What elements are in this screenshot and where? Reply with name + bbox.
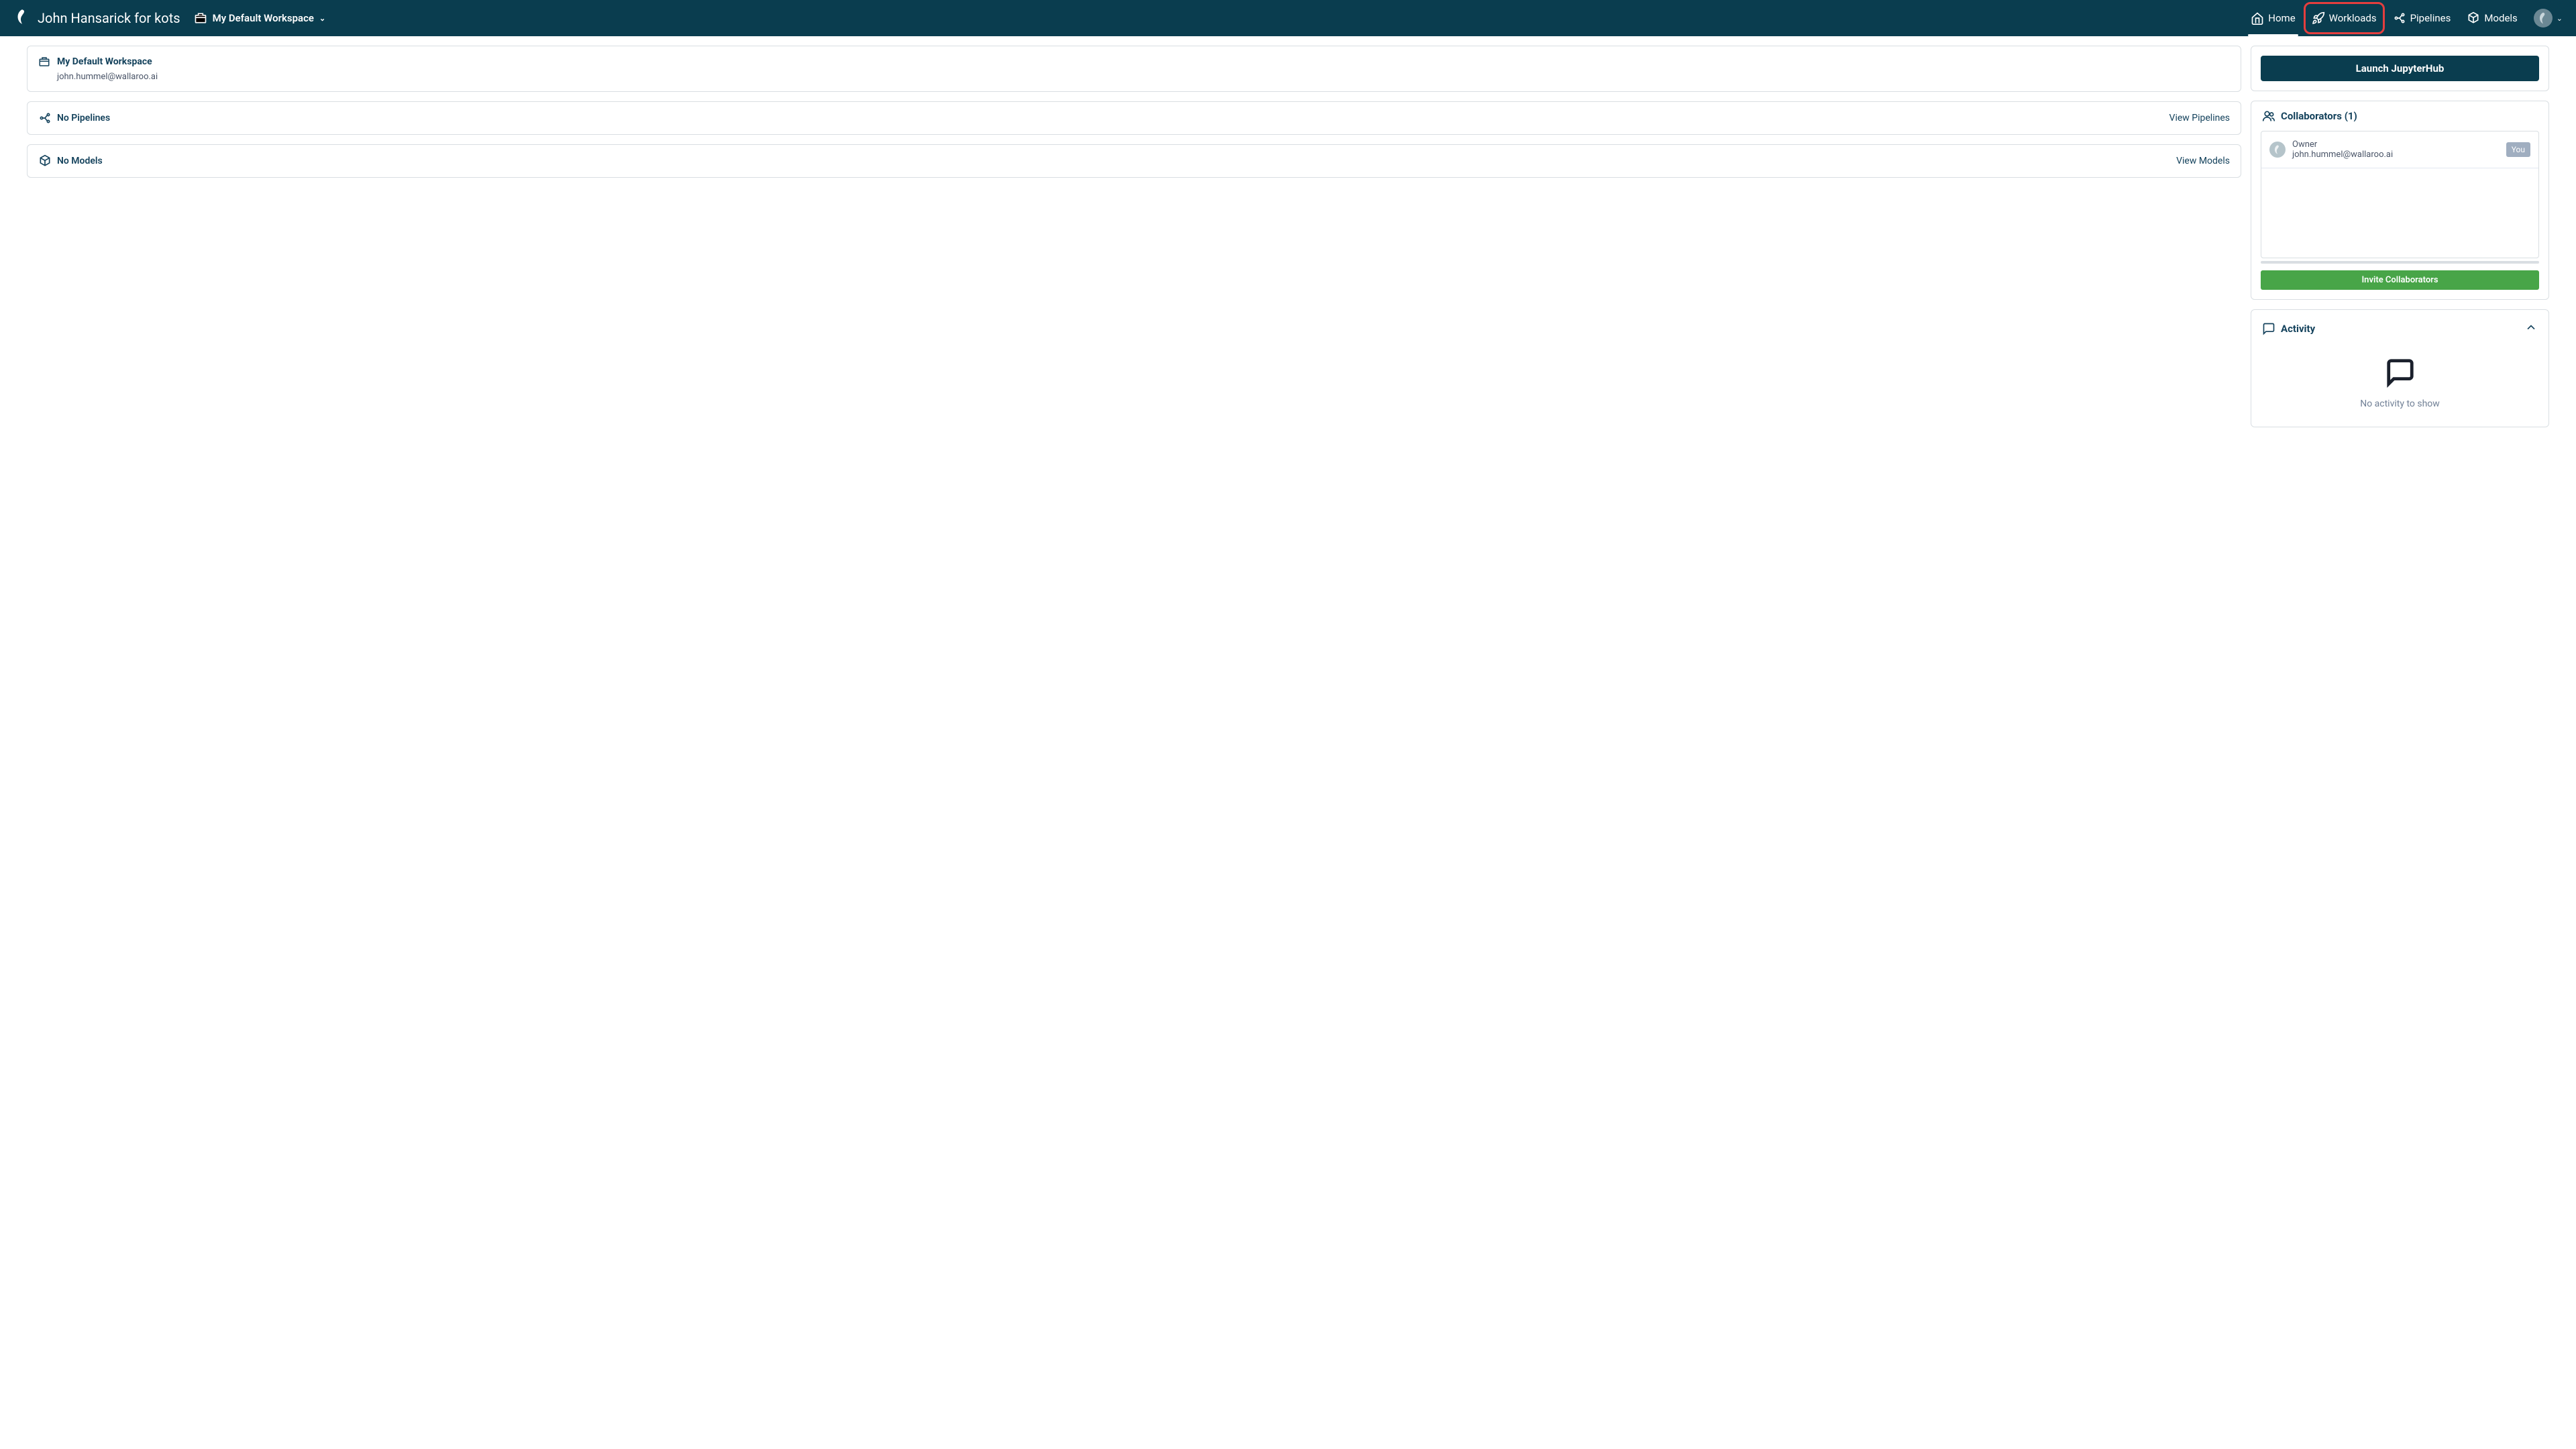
- activity-header: Activity: [2262, 321, 2538, 337]
- user-menu[interactable]: ⌄: [2534, 9, 2563, 28]
- nav-models-label: Models: [2484, 12, 2517, 24]
- brand-name: John Hansarick for kots: [38, 10, 180, 26]
- nav-workloads-label: Workloads: [2329, 12, 2377, 24]
- chevron-up-icon[interactable]: [2524, 321, 2538, 337]
- scroll-indicator: [2261, 261, 2539, 264]
- collaborators-card: Collaborators (1) Owner john.hummel@wall…: [2251, 101, 2549, 300]
- workspace-email: john.hummel@wallaroo.ai: [57, 72, 2230, 82]
- chevron-down-icon: ⌄: [2557, 14, 2563, 23]
- activity-title: Activity: [2281, 323, 2315, 335]
- chevron-down-icon: ⌄: [319, 14, 325, 23]
- main-content: My Default Workspace john.hummel@wallaro…: [0, 36, 2576, 446]
- models-card: No Models View Models: [27, 144, 2241, 178]
- pipelines-card: No Pipelines View Pipelines: [27, 101, 2241, 135]
- launch-card: Launch JupyterHub: [2251, 46, 2549, 91]
- right-column: Launch JupyterHub Collaborators (1) Owne…: [2251, 46, 2549, 437]
- chat-icon: [2385, 357, 2416, 390]
- launch-jupyterhub-button[interactable]: Launch JupyterHub: [2261, 56, 2539, 81]
- activity-body: No activity to show: [2262, 337, 2538, 416]
- activity-empty-text: No activity to show: [2360, 398, 2440, 409]
- invite-collaborators-button[interactable]: Invite Collaborators: [2261, 270, 2539, 290]
- nav-home-label: Home: [2268, 12, 2295, 24]
- nav-pipelines[interactable]: Pipelines: [2385, 0, 2459, 36]
- workspace-title-row: My Default Workspace: [38, 56, 2230, 68]
- collaborators-list: Owner john.hummel@wallaroo.ai You: [2261, 131, 2539, 258]
- workspace-selector[interactable]: My Default Workspace ⌄: [194, 11, 326, 25]
- models-title: No Models: [57, 156, 103, 166]
- pipelines-title-row: No Pipelines: [38, 111, 110, 125]
- models-title-row: No Models: [38, 154, 103, 168]
- view-pipelines-link[interactable]: View Pipelines: [2169, 113, 2230, 123]
- logo-icon: [13, 8, 31, 28]
- you-badge: You: [2506, 142, 2530, 157]
- activity-card: Activity No activity to show: [2251, 309, 2549, 427]
- collaborators-header: Collaborators (1): [2251, 101, 2548, 131]
- collaborator-avatar: [2269, 142, 2286, 158]
- collaborator-role: Owner: [2292, 140, 2506, 150]
- avatar: [2534, 9, 2553, 28]
- left-column: My Default Workspace john.hummel@wallaro…: [27, 46, 2241, 437]
- nav-home[interactable]: Home: [2243, 0, 2303, 36]
- nav-workloads[interactable]: Workloads: [2304, 0, 2385, 36]
- nav-models[interactable]: Models: [2459, 0, 2525, 36]
- collaborator-item: Owner john.hummel@wallaroo.ai You: [2261, 131, 2538, 168]
- header-bar: John Hansarick for kots My Default Works…: [0, 0, 2576, 36]
- collaborator-info: Owner john.hummel@wallaroo.ai: [2292, 140, 2506, 160]
- workspace-selector-label: My Default Workspace: [213, 12, 314, 24]
- pipelines-title: No Pipelines: [57, 113, 110, 123]
- workspace-card: My Default Workspace john.hummel@wallaro…: [27, 46, 2241, 92]
- workspace-title: My Default Workspace: [57, 56, 152, 67]
- view-models-link[interactable]: View Models: [2176, 156, 2230, 166]
- collaborator-email: john.hummel@wallaroo.ai: [2292, 150, 2506, 160]
- collaborators-title: Collaborators (1): [2281, 110, 2357, 122]
- nav-pipelines-label: Pipelines: [2410, 12, 2451, 24]
